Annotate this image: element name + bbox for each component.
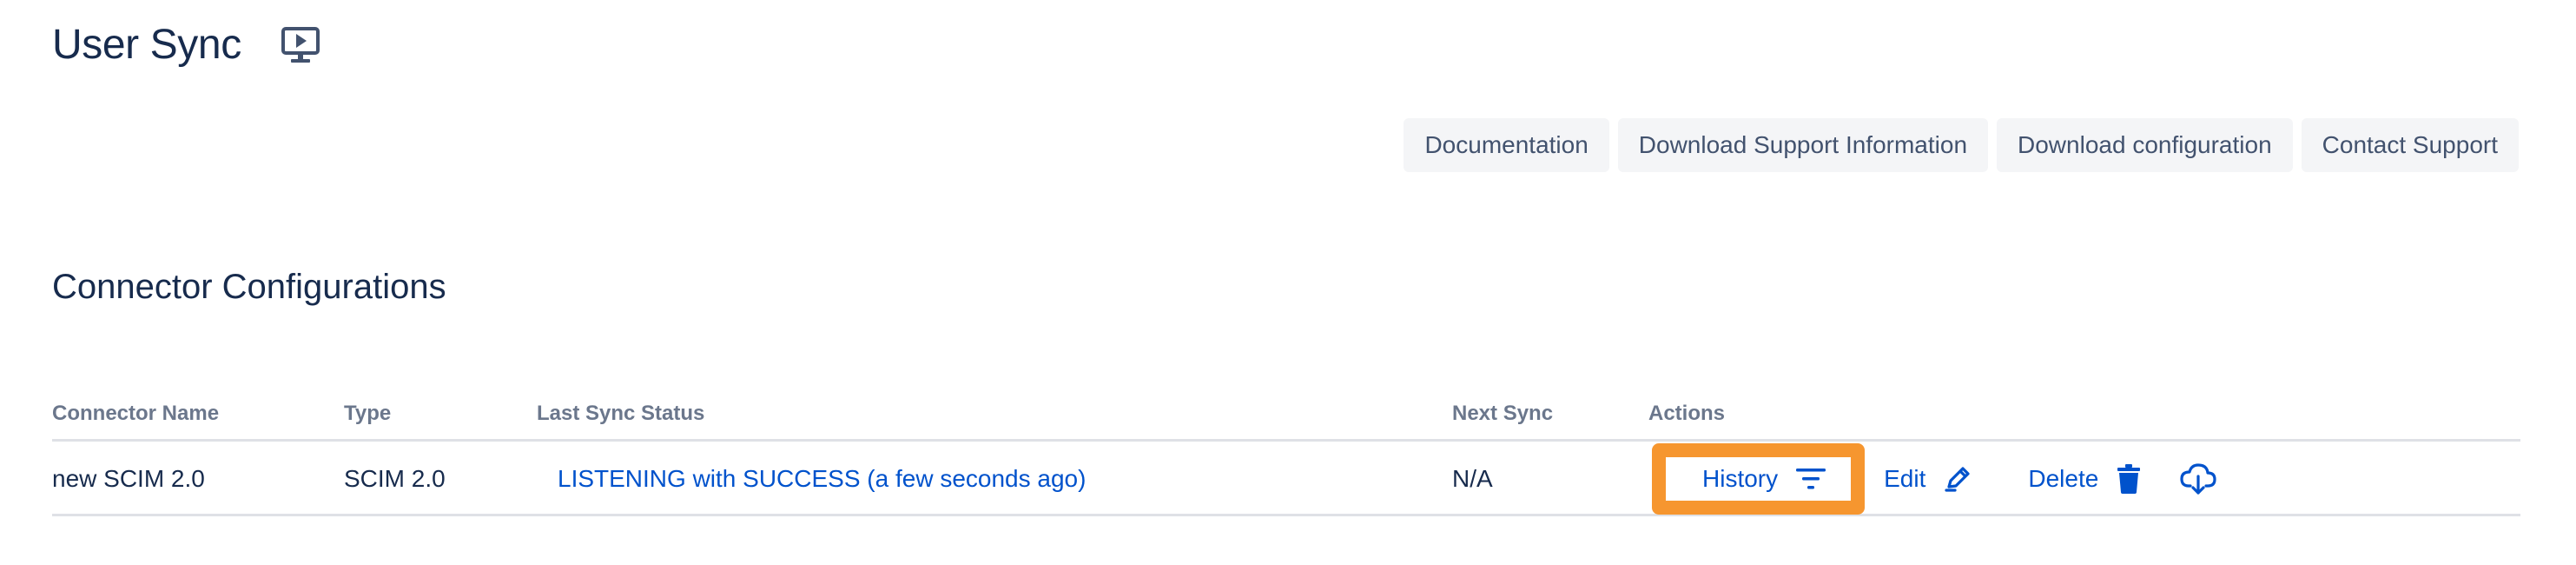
- download-configuration-button[interactable]: Download configuration: [1997, 118, 2293, 172]
- cloud-download-icon[interactable]: [2180, 462, 2216, 495]
- delete-label: Delete: [2028, 465, 2099, 492]
- column-header-connector-name: Connector Name: [52, 402, 220, 425]
- section-title: Connector Configurations: [52, 268, 446, 306]
- column-header-last-sync-status: Last Sync Status: [537, 402, 705, 425]
- column-header-next-sync: Next Sync: [1452, 402, 1554, 425]
- page-header: User Sync: [52, 21, 321, 69]
- connector-type-cell: SCIM 2.0: [344, 465, 446, 492]
- pencil-icon: [1943, 464, 1972, 494]
- column-header-actions: Actions: [1648, 402, 1726, 425]
- column-header-type: Type: [344, 402, 392, 425]
- connector-name-cell: new SCIM 2.0: [52, 465, 205, 492]
- next-sync-cell: N/A: [1452, 465, 1493, 492]
- play-screen-icon[interactable]: [280, 24, 321, 66]
- last-sync-status-cell: LISTENING with SUCCESS (a few seconds ag…: [537, 442, 1086, 516]
- table-header: Connector Name Type Last Sync Status Nex…: [52, 396, 2520, 442]
- table-row: new SCIM 2.0 SCIM 2.0 LISTENING with SUC…: [52, 442, 2520, 516]
- history-button[interactable]: History: [1652, 443, 1866, 515]
- last-sync-status-link[interactable]: LISTENING with SUCCESS (a few seconds ag…: [558, 465, 1086, 493]
- download-support-information-button[interactable]: Download Support Information: [1617, 118, 1989, 172]
- actions-cell: History Edit Delete: [1648, 442, 2216, 516]
- edit-label: Edit: [1884, 465, 1926, 492]
- contact-support-button[interactable]: Contact Support: [2301, 118, 2519, 172]
- connector-table: Connector Name Type Last Sync Status Nex…: [52, 396, 2520, 516]
- trash-icon: [2116, 464, 2142, 494]
- history-label: History: [1702, 465, 1779, 492]
- edit-button[interactable]: Edit: [1884, 464, 1972, 494]
- toolbar: Documentation Download Support Informati…: [1404, 118, 2519, 172]
- page-title: User Sync: [52, 22, 241, 68]
- filter-icon: [1795, 466, 1826, 492]
- delete-button[interactable]: Delete: [2028, 464, 2142, 494]
- documentation-button[interactable]: Documentation: [1404, 118, 1609, 172]
